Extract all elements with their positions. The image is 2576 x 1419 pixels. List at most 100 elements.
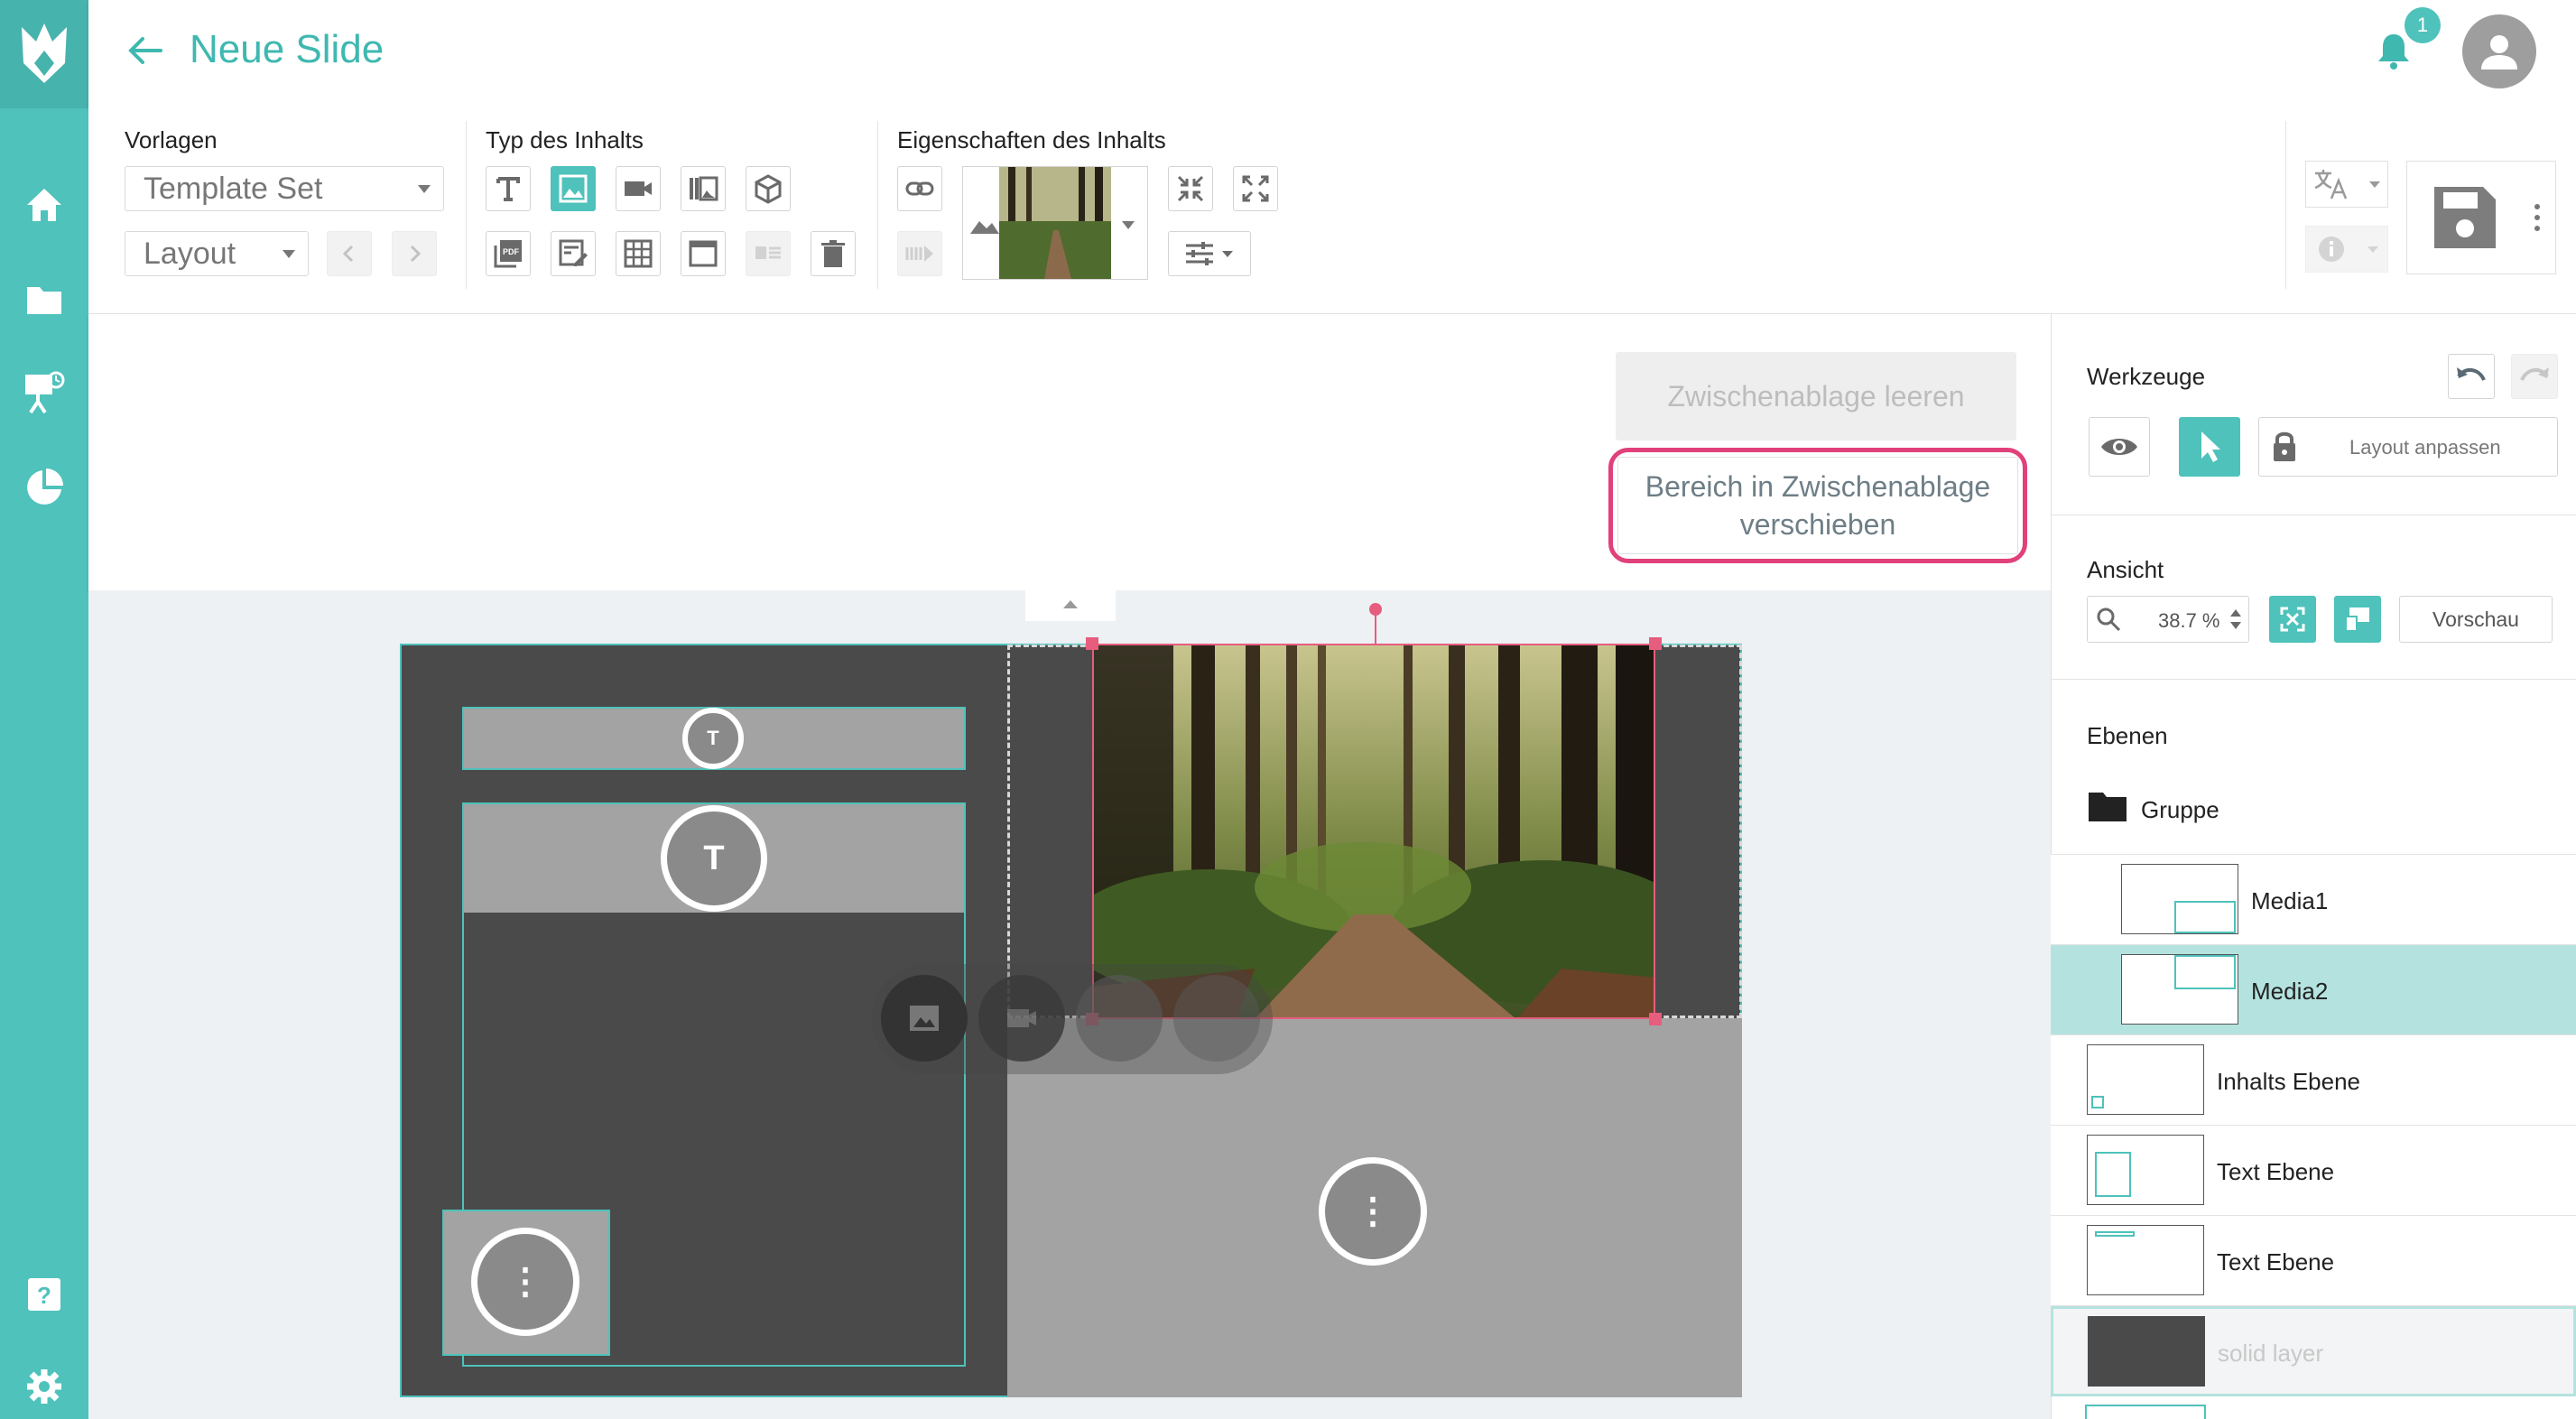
layer-thumbnail <box>2087 1044 2204 1115</box>
title-text-marker[interactable]: T <box>682 708 744 769</box>
table-type-button[interactable] <box>616 231 661 276</box>
info-select[interactable] <box>2305 226 2388 273</box>
video-camera-icon <box>1007 1009 1036 1027</box>
resize-handle-bottom-right[interactable] <box>1649 1013 1662 1025</box>
undo-button[interactable] <box>2448 354 2495 399</box>
search-zoom-icon <box>2097 607 2121 632</box>
folder-icon[interactable] <box>17 273 71 327</box>
body-text-marker[interactable]: T <box>661 805 767 912</box>
layer-row-media1[interactable]: Media1 <box>2051 855 2576 945</box>
link-button[interactable] <box>897 166 942 211</box>
layer-name: Inhalts Ebene <box>2217 1068 2361 1095</box>
layer-thumbnail <box>2088 1316 2205 1387</box>
shrink-button[interactable] <box>1168 166 1213 211</box>
delete-content-button[interactable] <box>811 231 856 276</box>
layers-title: Ebenen <box>2087 722 2168 749</box>
chooser-link-button[interactable] <box>1173 975 1260 1062</box>
layer-row-media2-selected[interactable]: Media2 <box>2051 945 2576 1035</box>
form-type-button[interactable] <box>551 231 596 276</box>
adjustments-select[interactable] <box>1168 231 1251 276</box>
card-type-button[interactable] <box>746 231 791 276</box>
layer-row-content[interactable]: Inhalts Ebene <box>2051 1035 2576 1126</box>
redo-button[interactable] <box>2511 354 2558 399</box>
3d-object-type-button[interactable] <box>746 166 791 211</box>
device-view-button[interactable] <box>2334 596 2381 643</box>
help-icon[interactable]: ? <box>17 1267 71 1322</box>
expand-button[interactable] <box>1233 166 1278 211</box>
form-edit-icon <box>559 239 588 266</box>
autoplay-button[interactable] <box>897 231 942 276</box>
web-type-button[interactable] <box>681 231 726 276</box>
app-logo[interactable] <box>0 0 88 108</box>
layer-group-label[interactable]: Gruppe <box>2141 796 2219 824</box>
select-tool-button[interactable] <box>2179 417 2240 477</box>
folder-icon <box>2087 789 2128 828</box>
layout-select[interactable]: Layout <box>125 231 309 276</box>
move-area-label-line1: Bereich in Zwischenablage <box>1645 470 1991 503</box>
chooser-image-button[interactable] <box>881 975 968 1062</box>
clear-clipboard-button[interactable]: Zwischenablage leeren <box>1616 352 2016 441</box>
stepper-arrows-icon <box>2230 609 2241 629</box>
chevron-left-icon <box>342 245 354 263</box>
media-preview-select[interactable] <box>962 166 1148 280</box>
lock-icon <box>2274 431 2295 461</box>
cube-icon <box>755 174 782 204</box>
image-type-button[interactable] <box>551 166 596 211</box>
collapse-panel-toggle[interactable] <box>1025 587 1116 621</box>
notification-bell-icon[interactable] <box>2374 31 2414 75</box>
next-layout-button[interactable] <box>392 231 437 276</box>
visibility-toggle-button[interactable] <box>2089 417 2150 477</box>
more-vertical-icon <box>2534 204 2540 231</box>
resize-handle-top-left[interactable] <box>1086 637 1098 650</box>
media-preview-thumbnail <box>999 167 1111 279</box>
browser-window-icon <box>689 240 718 267</box>
template-set-select[interactable]: Template Set <box>125 166 444 211</box>
chooser-video-button[interactable] <box>978 975 1065 1062</box>
fit-screen-icon <box>2280 607 2305 632</box>
back-arrow-icon[interactable] <box>126 31 166 75</box>
view-title: Ansicht <box>2087 556 2164 583</box>
user-avatar[interactable] <box>2462 14 2536 88</box>
layout-adjust-button[interactable]: Layout anpassen <box>2258 417 2558 477</box>
fit-to-screen-button[interactable] <box>2269 596 2316 643</box>
layer-thumbnail-mark <box>2174 955 2236 989</box>
sliders-icon <box>1186 242 1233 265</box>
tools-title: Werkzeuge <box>2087 363 2206 390</box>
resize-handle-top-right[interactable] <box>1649 637 1662 650</box>
preview-button[interactable]: Vorschau <box>2399 596 2553 643</box>
layer-thumbnail <box>2121 864 2238 934</box>
pdf-type-button[interactable]: PDF <box>486 231 531 276</box>
presentation-icon[interactable] <box>17 366 71 420</box>
video-type-button[interactable] <box>616 166 661 211</box>
move-area-to-clipboard-button[interactable]: Bereich in Zwischenablage verschieben <box>1617 457 2018 554</box>
layer-thumbnail-mark <box>2091 1096 2104 1108</box>
small-content-more-marker[interactable]: ⋮ <box>471 1228 579 1336</box>
layer-row-text-1[interactable]: Text Ebene <box>2051 1126 2576 1216</box>
rotation-handle[interactable] <box>1369 603 1382 616</box>
right-content-more-marker[interactable]: ⋮ <box>1319 1157 1427 1266</box>
panel-divider <box>2051 679 2576 680</box>
image-icon <box>970 221 999 234</box>
pie-chart-icon[interactable] <box>17 460 71 515</box>
video-camera-icon <box>625 181 652 196</box>
save-button[interactable] <box>2406 161 2556 274</box>
image-selection-frame <box>1092 644 1655 1019</box>
chevron-down-icon <box>1122 221 1135 229</box>
page-title: Neue Slide <box>190 27 385 71</box>
layer-row-solid[interactable]: solid layer <box>2051 1306 2576 1396</box>
settings-gear-icon[interactable] <box>17 1359 71 1414</box>
text-type-button[interactable] <box>486 166 531 211</box>
chevron-up-icon <box>1063 600 1078 608</box>
pdf-icon: PDF <box>494 240 522 268</box>
zoom-stepper[interactable]: 38.7 % <box>2087 596 2249 643</box>
gallery-type-button[interactable] <box>681 166 726 211</box>
layer-row-text-2[interactable]: Text Ebene <box>2051 1216 2576 1306</box>
home-icon[interactable] <box>17 178 71 232</box>
chooser-text-button[interactable] <box>1076 975 1163 1062</box>
translate-select[interactable] <box>2305 161 2388 208</box>
previous-layout-button[interactable] <box>327 231 372 276</box>
move-area-label-line2: verschieben <box>1739 508 1896 541</box>
chevron-right-icon <box>410 245 422 263</box>
layer-thumbnail-mark <box>2095 1231 2135 1237</box>
layer-thumbnail <box>2121 954 2238 1025</box>
